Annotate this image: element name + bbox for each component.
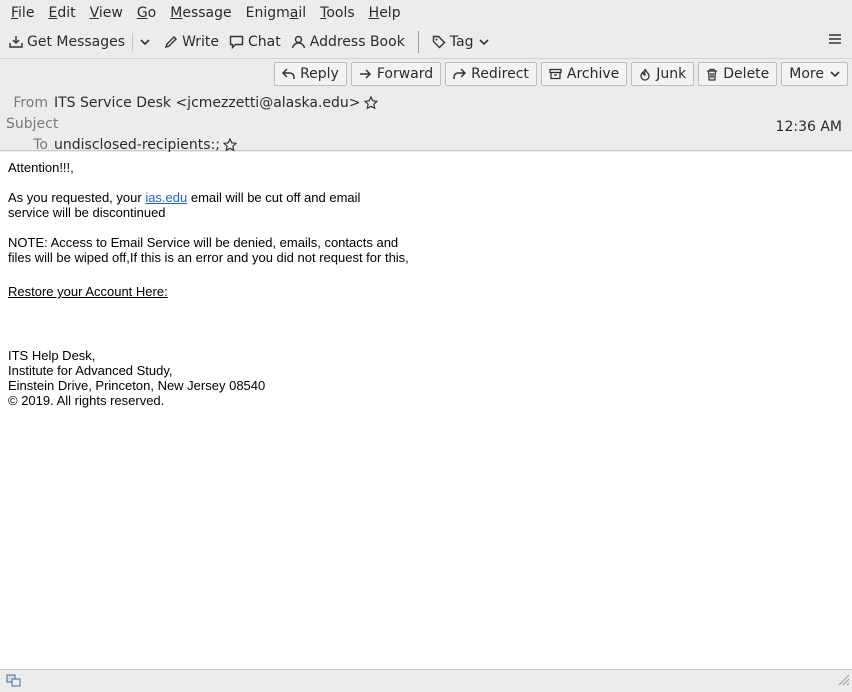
address-book-button[interactable]: Address Book — [286, 29, 410, 55]
menu-tools[interactable]: Tools — [313, 0, 362, 26]
flame-icon — [640, 68, 650, 81]
menu-bar: File Edit View Go Message Enigmail Tools… — [0, 0, 852, 26]
write-button[interactable]: Write — [159, 29, 224, 55]
menu-view[interactable]: View — [83, 0, 130, 26]
chat-label: Chat — [248, 34, 281, 50]
reply-button[interactable]: Reply — [274, 62, 347, 86]
archive-label: Archive — [566, 66, 620, 82]
redirect-icon — [453, 68, 467, 79]
more-label: More — [789, 66, 824, 82]
status-bar — [0, 669, 852, 692]
toolbar-separator — [417, 31, 419, 53]
delete-button[interactable]: Delete — [698, 62, 778, 86]
chat-button[interactable]: Chat — [224, 29, 286, 55]
menu-go[interactable]: Go — [130, 0, 163, 26]
reply-label: Reply — [300, 66, 339, 82]
chevron-down-icon — [140, 39, 150, 46]
from-row: From ITS Service Desk <jcmezzetti@alaska… — [0, 95, 378, 111]
to-row: To undisclosed-recipients:; — [0, 137, 237, 153]
resize-grip-icon[interactable] — [836, 672, 850, 690]
chevron-down-icon — [830, 71, 840, 78]
menu-message[interactable]: Message — [163, 0, 238, 26]
signature-line-2: Institute for Advanced Study, — [8, 363, 173, 378]
from-value[interactable]: ITS Service Desk <jcmezzetti@alaska.edu> — [54, 95, 378, 111]
archive-button[interactable]: Archive — [540, 62, 628, 86]
menu-enigmail[interactable]: Enigmail — [239, 0, 314, 26]
app-menu-button[interactable] — [828, 32, 842, 50]
write-label: Write — [182, 34, 220, 50]
from-label: From — [13, 95, 48, 111]
from-address[interactable]: ITS Service Desk <jcmezzetti@alaska.edu> — [54, 95, 361, 111]
greeting-text: Attention!!!, — [8, 160, 74, 175]
junk-button[interactable]: Junk — [631, 62, 695, 86]
signature-line-1: ITS Help Desk, — [8, 348, 96, 363]
paragraph-2-line-2: files will be wiped off,If this is an er… — [8, 250, 409, 265]
signature-line-4: © 2019. All rights reserved. — [8, 393, 165, 408]
message-actions: Reply Forward Redirect Archive Junk Dele… — [274, 62, 848, 86]
redirect-button[interactable]: Redirect — [445, 62, 537, 86]
message-header: Reply Forward Redirect Archive Junk Dele… — [0, 59, 852, 153]
ias-edu-link[interactable]: ias.edu — [145, 190, 187, 205]
redirect-label: Redirect — [471, 66, 529, 82]
subject-label: Subject — [6, 116, 59, 132]
message-time: 12:36 AM — [775, 119, 842, 135]
message-body: Attention!!!, As you requested, your ias… — [0, 152, 852, 669]
tag-button[interactable]: Tag — [427, 29, 494, 55]
star-icon[interactable] — [363, 96, 378, 110]
menu-edit[interactable]: Edit — [41, 0, 82, 26]
contact-icon — [291, 35, 305, 49]
hamburger-icon — [829, 34, 841, 44]
paragraph-1-line-2: service will be discontinued — [8, 205, 166, 220]
connection-status-icon[interactable] — [6, 674, 22, 692]
tag-icon — [432, 35, 446, 49]
tag-label: Tag — [449, 34, 474, 50]
trash-icon — [707, 68, 718, 81]
signature-line-3: Einstein Drive, Princeton, New Jersey 08… — [8, 378, 266, 393]
paragraph-2-line-1: NOTE: Access to Email Service will be de… — [8, 235, 399, 250]
to-address[interactable]: undisclosed-recipients:; — [54, 137, 220, 153]
star-icon[interactable] — [222, 138, 237, 152]
get-messages-button[interactable]: Get Messages — [4, 29, 130, 55]
get-messages-label: Get Messages — [27, 34, 126, 50]
address-book-label: Address Book — [309, 34, 405, 50]
archive-box-icon — [549, 68, 562, 80]
restore-account-link[interactable]: Restore your Account Here: — [8, 284, 168, 299]
reply-icon — [282, 68, 295, 79]
forward-button[interactable]: Forward — [350, 62, 442, 86]
to-value[interactable]: undisclosed-recipients:; — [54, 137, 237, 153]
paragraph-1: As you requested, your ias.edu email wil… — [8, 190, 361, 205]
chevron-down-icon — [478, 39, 489, 46]
delete-label: Delete — [723, 66, 770, 82]
menu-file[interactable]: File — [4, 0, 41, 26]
forward-label: Forward — [376, 66, 434, 82]
split-divider — [132, 33, 134, 51]
get-messages-dropdown[interactable] — [135, 29, 159, 55]
chat-bubble-icon — [229, 35, 244, 49]
inbox-download-icon — [9, 36, 23, 48]
junk-label: Junk — [656, 66, 687, 82]
to-label: To — [33, 137, 48, 153]
main-toolbar: Get Messages Write Chat Address Book Tag — [0, 26, 852, 59]
more-button[interactable]: More — [781, 62, 848, 86]
pencil-icon — [164, 36, 178, 49]
forward-arrow-icon — [359, 69, 371, 79]
menu-help[interactable]: Help — [362, 0, 408, 26]
